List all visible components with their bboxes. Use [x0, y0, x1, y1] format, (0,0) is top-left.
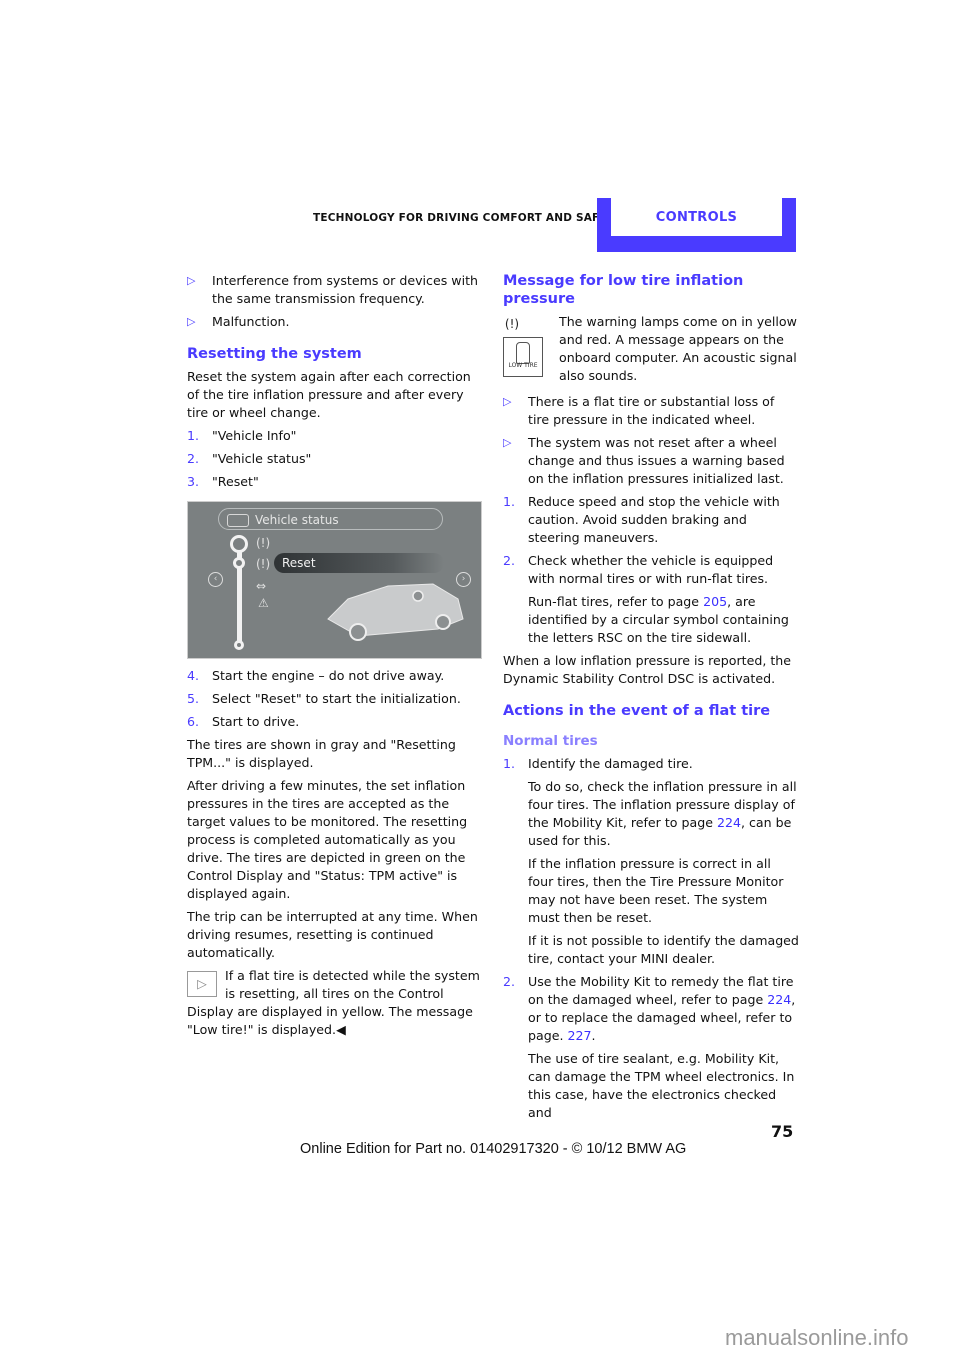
section-heading: Message for low tire inflation pressure: [503, 273, 744, 307]
triangle-bullet-icon: ▷: [187, 315, 196, 328]
step-item: 1. Reduce speed and stop the vehicle with…: [503, 494, 780, 545]
section-title: Technology for driving comfort and safet…: [313, 212, 622, 224]
step-item: 2. Check whether the vehicle is equipped …: [503, 553, 774, 586]
scroll-dot: [230, 535, 248, 553]
section-heading: Resetting the system: [187, 346, 362, 362]
step-detail: To do so, check the inflation pressure i…: [528, 779, 797, 848]
step-item: 2. Use the Mobility Kit to remedy the fla…: [503, 974, 796, 1043]
step-detail: The use of tire sealant, e.g. Mobility K…: [528, 1051, 795, 1120]
vehicle-status-screenshot: Vehicle status (!) (!) ⇔ ⚠ Reset ‹ ›: [187, 501, 482, 659]
triangle-bullet-icon: ▷: [187, 274, 196, 287]
tire-warning-icon: (!): [504, 317, 520, 331]
chapter-tab: Controls: [597, 198, 796, 252]
warning-block: (!) LOW TIRE The warning lamps come on i…: [503, 314, 797, 383]
note-triangle-icon: ▷: [187, 971, 217, 997]
step-item: 2. "Vehicle status": [187, 451, 312, 466]
step-item: 4. Start the engine – do not drive away.: [187, 668, 445, 683]
triangle-bullet-icon: ▷: [503, 436, 512, 449]
right-column: Message for low tire inflation pressure …: [503, 272, 799, 1127]
page-link[interactable]: 224: [767, 992, 791, 1007]
chapter-tab-label: Controls: [655, 209, 738, 225]
list-item: ▷ The system was not reset after a wheel …: [503, 435, 785, 486]
paragraph: Reset the system again after each correc…: [187, 369, 471, 420]
list-item: ▷ Malfunction.: [187, 314, 290, 329]
car-side-icon: ⇔: [256, 579, 267, 593]
page-link[interactable]: 224: [717, 815, 741, 830]
car-illustration: [327, 583, 464, 641]
triangle-bullet-icon: ▷: [503, 395, 512, 408]
section-heading: Actions in the event of a flat tire: [503, 703, 771, 719]
note-box: ▷ If a flat tire is detected while the s…: [187, 968, 480, 1037]
scroll-dot: [233, 557, 245, 569]
page-link[interactable]: 227: [567, 1028, 591, 1043]
step-detail: If the inflation pressure is correct in …: [528, 856, 784, 925]
step-detail: Run-flat tires, refer to page 205, are i…: [528, 594, 789, 645]
tire-pressure-icon: (!): [256, 557, 271, 571]
watermark: manualsonline.info: [725, 1325, 909, 1350]
paragraph: The trip can be interrupted at any time.…: [187, 909, 478, 960]
step-item: 3. "Reset": [187, 474, 259, 489]
scroll-dot: [234, 640, 244, 650]
figure-menu-title: Vehicle status: [218, 508, 443, 530]
subsection-heading: Normal tires: [503, 733, 598, 749]
paragraph: After driving a few minutes, the set inf…: [187, 778, 468, 901]
paragraph: When a low inflation pressure is reporte…: [503, 653, 791, 686]
list-item: ▷ Interference from systems or devices wi…: [187, 273, 478, 306]
page-number: 75: [771, 1122, 794, 1141]
end-marker-icon: ◀: [336, 1022, 346, 1037]
arrow-left-icon: ‹: [208, 572, 223, 587]
page-link[interactable]: 205: [703, 594, 727, 609]
scroll-line: [237, 540, 242, 645]
step-detail: If it is not possible to identify the da…: [528, 933, 799, 966]
car-icon: [227, 514, 249, 527]
step-item: 1. Identify the damaged tire.: [503, 756, 693, 771]
left-column: ▷ Interference from systems or devices wi…: [187, 272, 482, 1039]
figure-reset-item: Reset: [274, 553, 444, 573]
warning-icon: ⚠: [258, 596, 269, 610]
step-item: 6. Start to drive.: [187, 714, 300, 729]
list-item: ▷ There is a flat tire or substantial los…: [503, 394, 775, 427]
step-item: 5. Select "Reset" to start the initializa…: [187, 691, 461, 706]
low-tire-icon: LOW TIRE: [503, 337, 543, 377]
edition-note: Online Edition for Part no. 01402917320 …: [300, 1141, 687, 1157]
paragraph: The tires are shown in gray and "Resetti…: [187, 737, 456, 770]
tire-pressure-icon: (!): [256, 536, 271, 550]
step-item: 1. "Vehicle Info": [187, 428, 297, 443]
